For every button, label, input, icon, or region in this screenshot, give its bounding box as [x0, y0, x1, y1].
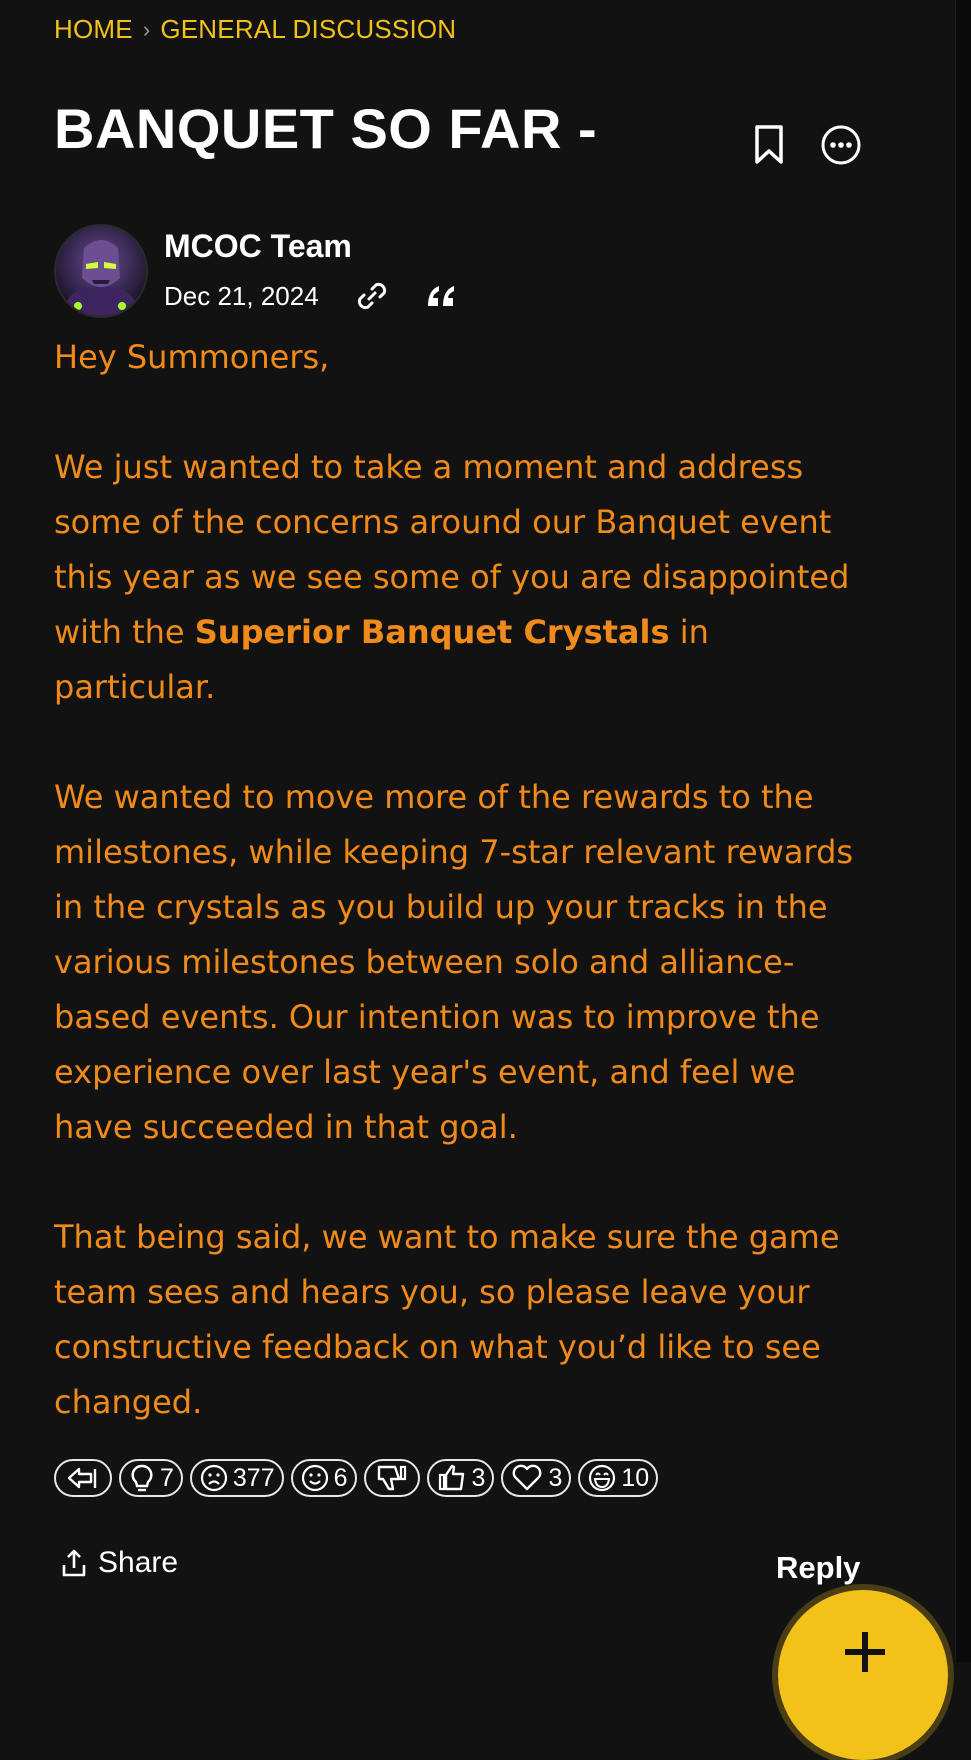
- reaction-insightful-button[interactable]: [54, 1459, 112, 1497]
- share-label: Share: [98, 1546, 179, 1579]
- reaction-laugh-button[interactable]: 10: [578, 1459, 659, 1497]
- right-edge-rail: [955, 0, 971, 1662]
- post-body: Hey Summoners, We just wanted to take a …: [54, 330, 864, 1485]
- thumbs-down-icon: [377, 1465, 406, 1491]
- permalink-button[interactable]: [355, 279, 389, 313]
- title-actions: [748, 124, 862, 166]
- reaction-disagree-button[interactable]: [363, 1459, 420, 1497]
- reply-button[interactable]: Reply: [776, 1550, 860, 1586]
- reaction-count: 10: [621, 1463, 650, 1492]
- lightbulb-icon: [131, 1464, 153, 1492]
- reaction-like-button[interactable]: 3: [426, 1459, 495, 1497]
- new-post-fab-button[interactable]: [778, 1590, 948, 1760]
- breadcrumb-home-link[interactable]: HOME: [54, 14, 133, 45]
- post-paragraph: Hey Summoners,: [54, 338, 330, 376]
- avatar-character-icon: [67, 240, 135, 316]
- post-paragraph: That being said, we want to make sure th…: [54, 1218, 840, 1421]
- share-button[interactable]: Share: [60, 1546, 178, 1580]
- sad-face-icon: [200, 1464, 228, 1492]
- reaction-count: 6: [333, 1463, 348, 1492]
- author-name[interactable]: MCOC Team: [164, 228, 457, 265]
- thumbs-up-icon: [438, 1464, 464, 1491]
- smile-face-icon: [301, 1464, 328, 1492]
- post-paragraph: We wanted to move more of the rewards to…: [54, 778, 854, 1146]
- avatar[interactable]: [54, 224, 148, 318]
- more-options-button[interactable]: [820, 124, 862, 166]
- reaction-count: 7: [160, 1463, 174, 1492]
- reaction-sad-button[interactable]: 377: [189, 1459, 284, 1497]
- insightful-arrow-icon: [67, 1467, 97, 1489]
- plus-icon-bar: [845, 1649, 885, 1655]
- reaction-lightbulb-button[interactable]: 7: [119, 1459, 183, 1497]
- link-icon: [357, 282, 386, 310]
- quote-icon: [427, 286, 454, 306]
- breadcrumb-category-link[interactable]: GENERAL DISCUSSION: [160, 14, 456, 45]
- post-bold-text: Superior Banquet Crystals: [194, 613, 670, 651]
- breadcrumb: HOME › GENERAL DISCUSSION: [54, 14, 456, 45]
- post-author: MCOC Team Dec 21, 2024: [54, 224, 457, 318]
- laugh-face-icon: [589, 1464, 616, 1492]
- reaction-count: 3: [548, 1463, 563, 1492]
- reaction-count: 377: [232, 1463, 275, 1492]
- post-title: BANQUET SO FAR -: [54, 97, 598, 160]
- share-icon: [62, 1549, 86, 1577]
- reaction-smile-button[interactable]: 6: [290, 1459, 357, 1497]
- quote-button[interactable]: [425, 282, 457, 310]
- breadcrumb-separator: ›: [142, 16, 151, 42]
- heart-icon: [513, 1464, 542, 1491]
- reaction-bar: 7 377 6 3 3 10: [54, 1459, 659, 1497]
- post-paragraph: We just wanted to take a moment and addr…: [54, 440, 864, 715]
- reaction-count: 3: [471, 1463, 486, 1492]
- post-date: Dec 21, 2024: [164, 280, 319, 311]
- more-options-icon: [821, 125, 861, 165]
- bookmark-icon: [755, 125, 783, 164]
- bookmark-button[interactable]: [748, 124, 790, 166]
- reaction-love-button[interactable]: 3: [501, 1459, 572, 1497]
